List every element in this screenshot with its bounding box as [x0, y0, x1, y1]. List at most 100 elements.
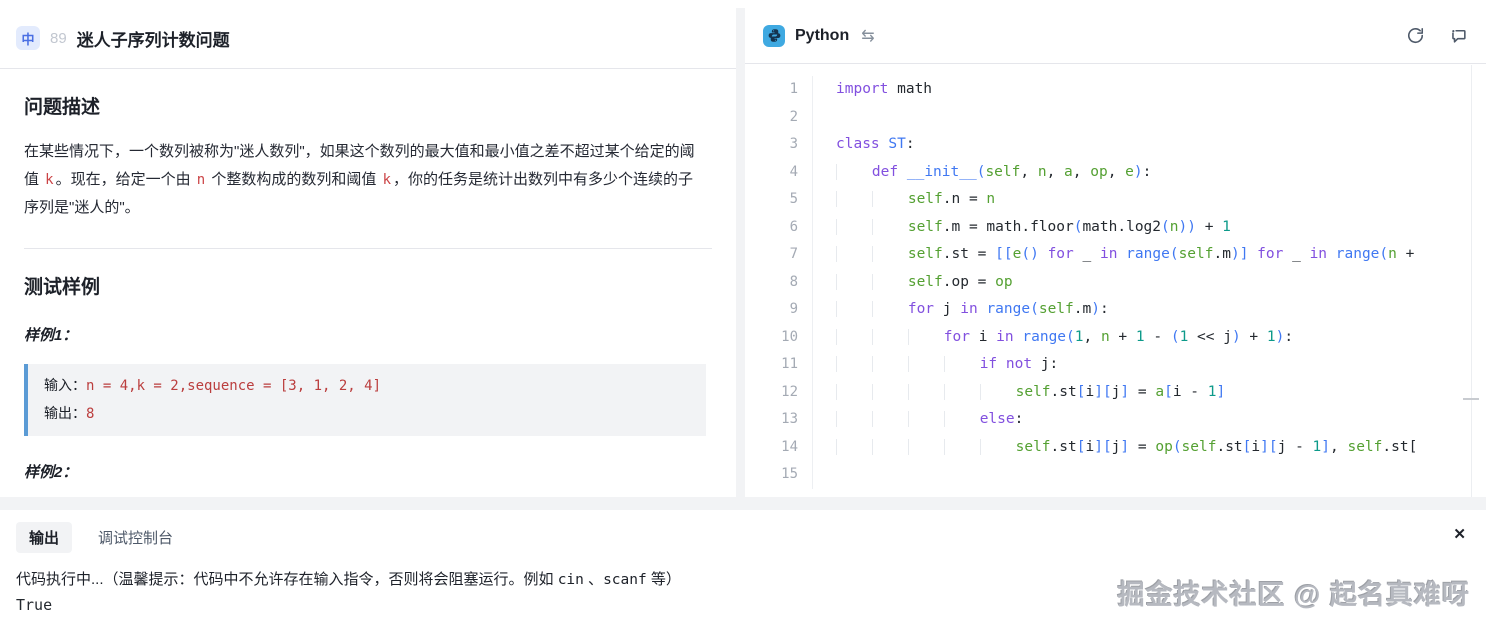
code-line: 10 for i in range(1, n + 1 - (1 << j) + … [745, 324, 1486, 352]
line-number: 5 [745, 186, 798, 214]
description-text: n [195, 172, 207, 188]
example2-label: 样例2： [24, 461, 712, 482]
indent-guide [944, 439, 980, 455]
indent-guide [908, 384, 944, 400]
code-line: 1 import math [745, 76, 1486, 104]
code-line-content: import math [812, 76, 1486, 104]
description-text: 个整数构成的数列和阈值 [207, 171, 380, 188]
code-line-content: self.m = math.floor(math.log2(n)) + 1 [812, 214, 1486, 242]
indent-guide [836, 301, 872, 317]
indent-guide [872, 274, 908, 290]
code-line: 5 self.n = n [745, 186, 1486, 214]
indent-guide [908, 356, 944, 372]
line-number: 1 [745, 76, 798, 104]
indent-guide [872, 384, 908, 400]
indent-guide [872, 356, 908, 372]
console-message-text: 、 [584, 571, 603, 588]
line-number: 2 [745, 104, 798, 132]
problem-content: 问题描述 在某些情况下，一个数列被称为"迷人数列"，如果这个数列的最大值和最小值… [0, 92, 736, 482]
description-text: k [43, 172, 55, 188]
console-tabs: 输出 调试控制台 [16, 510, 1470, 553]
editor-header: Python ⇆ [745, 8, 1486, 64]
indent-guide [836, 329, 872, 345]
code-line: 4 def __init__(self, n, a, op, e): [745, 159, 1486, 187]
code-line: 11 if not j: [745, 351, 1486, 379]
indent-guide [872, 301, 908, 317]
code-line: 8 self.op = op [745, 269, 1486, 297]
console-message: 代码执行中...（温馨提示：代码中不允许存在输入指令，否则将会阻塞运行。例如 c… [16, 568, 1470, 589]
indent-guide [836, 191, 872, 207]
code-line-content: def __init__(self, n, a, op, e): [812, 159, 1486, 187]
indent-guide [944, 356, 980, 372]
indent-guide [872, 439, 908, 455]
code-line-content: self.st[i][j] = a[i - 1] [812, 379, 1486, 407]
line-number: 11 [745, 351, 798, 379]
editor-panel: Python ⇆ 1import math23class ST:4 def __… [745, 8, 1486, 497]
python-icon [763, 25, 785, 47]
code-line: 6 self.m = math.floor(math.log2(n)) + 1 [745, 214, 1486, 242]
indent-guide [944, 411, 980, 427]
indent-guide [836, 164, 872, 180]
code-line-content: if not j: [812, 351, 1486, 379]
close-icon[interactable]: ✕ [1453, 527, 1466, 542]
line-number: 15 [745, 461, 798, 489]
problem-title: 迷人子序列计数问题 [77, 26, 230, 51]
language-swap-icon[interactable]: ⇆ [861, 26, 874, 46]
language-label: Python [795, 27, 849, 45]
indent-guide [872, 411, 908, 427]
line-number: 13 [745, 406, 798, 434]
description-paragraph: 在某些情况下，一个数列被称为"迷人数列"，如果这个数列的最大值和最小值之差不超过… [24, 138, 706, 222]
examples-heading: 测试样例 [24, 272, 712, 299]
code-line: 2 [745, 104, 1486, 132]
line-number: 14 [745, 434, 798, 462]
code-line-content: self.op = op [812, 269, 1486, 297]
example-output-line: 输出：8 [44, 400, 690, 428]
line-number: 9 [745, 296, 798, 324]
editor-actions [1406, 26, 1468, 45]
line-number: 4 [745, 159, 798, 187]
format-code-icon[interactable] [1449, 26, 1468, 45]
indent-guide [980, 439, 1016, 455]
difficulty-badge: 中 [16, 26, 40, 50]
indent-guide [836, 411, 872, 427]
tab-debug-console[interactable]: 调试控制台 [98, 522, 173, 553]
reset-code-icon[interactable] [1406, 26, 1425, 45]
code-line: 12 self.st[i][j] = a[i - 1] [745, 379, 1486, 407]
code-line: 7 self.st = [[e() for _ in range(self.m)… [745, 241, 1486, 269]
code-line-content: for i in range(1, n + 1 - (1 << j) + 1): [812, 324, 1486, 352]
console-message-text: cin [558, 572, 584, 588]
tab-output[interactable]: 输出 [16, 522, 72, 553]
indent-guide [872, 246, 908, 262]
indent-guide [908, 439, 944, 455]
example1-block: 输入：n = 4,k = 2,sequence = [3, 1, 2, 4] 输… [24, 364, 706, 436]
indent-guide [836, 439, 872, 455]
problem-header: 中 89 迷人子序列计数问题 [0, 8, 736, 69]
indent-guide [872, 219, 908, 235]
indent-guide [872, 191, 908, 207]
scrollbar-marker[interactable] [1463, 398, 1479, 400]
indent-guide [872, 329, 908, 345]
console-message-text: scanf [603, 572, 647, 588]
console-result: True [16, 596, 1470, 614]
problem-panel: 中 89 迷人子序列计数问题 问题描述 在某些情况下，一个数列被称为"迷人数列"… [0, 8, 736, 497]
code-line: 14 self.st[i][j] = op(self.st[i][j - 1],… [745, 434, 1486, 462]
code-lines: 1import math23class ST:4 def __init__(se… [745, 76, 1486, 489]
line-number: 12 [745, 379, 798, 407]
description-text: k [381, 172, 393, 188]
code-line: 9 for j in range(self.m): [745, 296, 1486, 324]
description-heading: 问题描述 [24, 92, 712, 119]
output-label: 输出： [44, 405, 86, 421]
indent-guide [836, 219, 872, 235]
code-line: 13 else: [745, 406, 1486, 434]
top-strip [0, 0, 1486, 8]
problem-number: 89 [50, 30, 67, 47]
code-line-content: self.st[i][j] = op(self.st[i][j - 1], se… [812, 434, 1486, 462]
line-number: 6 [745, 214, 798, 242]
indent-guide [836, 384, 872, 400]
code-line-content: else: [812, 406, 1486, 434]
code-line-content: self.st = [[e() for _ in range(self.m)] … [812, 241, 1486, 269]
description-text: 。现在，给定一个由 [56, 171, 195, 188]
code-editor[interactable]: 1import math23class ST:4 def __init__(se… [745, 65, 1486, 497]
scrollbar-track [1471, 65, 1472, 497]
indent-guide [836, 274, 872, 290]
